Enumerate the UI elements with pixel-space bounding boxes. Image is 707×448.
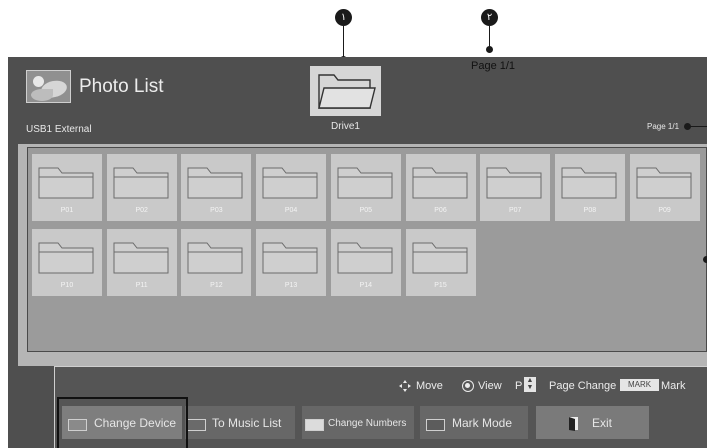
folder-item[interactable]: P14	[330, 229, 401, 296]
folder-icon	[262, 167, 318, 199]
callout-3-line	[690, 126, 707, 127]
page-updown-icon: ▲ ▼	[524, 377, 536, 392]
folder-icon	[412, 242, 467, 274]
view-radio-icon	[462, 380, 474, 392]
folder-item[interactable]: P12	[181, 229, 252, 296]
folder-label: P10	[60, 282, 74, 289]
callout-2-line	[489, 26, 490, 48]
callout-4-dot	[703, 256, 707, 263]
change-numbers-button[interactable]: Change Numbers	[302, 406, 414, 439]
mark-mode-button[interactable]: Mark Mode	[420, 406, 528, 439]
callout-2-dot	[486, 46, 493, 53]
folder-icon	[113, 167, 169, 199]
hint-p-key: P	[515, 380, 523, 392]
folder-item[interactable]: P04	[256, 154, 327, 221]
drive-folder-button[interactable]	[310, 66, 381, 116]
mark-key-badge: MARK	[620, 379, 659, 391]
folder-icon	[337, 242, 393, 274]
folder-label: P01	[60, 207, 74, 214]
folder-icon	[113, 242, 169, 274]
to-music-list-label: To Music List	[212, 416, 282, 430]
folder-item[interactable]: P13	[256, 229, 327, 296]
folder-icon	[412, 167, 467, 199]
folder-label: P09	[658, 207, 671, 214]
callout-1: ١	[335, 9, 352, 26]
folder-label: P03	[210, 207, 223, 214]
exit-button[interactable]: Exit	[536, 406, 649, 439]
folder-item[interactable]: P11	[106, 229, 177, 296]
folder-label: P14	[359, 282, 373, 289]
drive-label: Drive1	[331, 121, 360, 132]
folder-icon	[318, 74, 376, 109]
photo-icon	[26, 70, 71, 103]
folder-item[interactable]: P06	[405, 154, 476, 221]
folder-item[interactable]: P02	[106, 154, 177, 221]
folder-icon	[187, 167, 243, 199]
blue-key-icon	[426, 419, 445, 431]
hint-mark: Mark	[661, 380, 686, 392]
green-key-icon	[187, 419, 206, 431]
page-indicator-right: Page 1/1	[647, 122, 680, 131]
folder-label: P15	[434, 282, 447, 289]
folder-item[interactable]: P07	[480, 154, 551, 221]
exit-door-icon	[569, 417, 578, 431]
folder-item[interactable]: P03	[181, 154, 252, 221]
folder-label: P04	[284, 207, 298, 214]
page-indicator-top: Page 1/1	[471, 60, 516, 72]
folder-item[interactable]: P05	[330, 154, 401, 221]
exit-label: Exit	[592, 416, 613, 430]
folder-label: P02	[135, 207, 148, 214]
folder-icon	[38, 242, 94, 274]
folder-icon	[38, 167, 94, 199]
folder-icon	[337, 167, 393, 199]
move-arrows-icon	[399, 380, 411, 392]
folder-label: P05	[359, 207, 373, 214]
hint-move: Move	[416, 380, 443, 392]
folder-icon	[187, 242, 243, 274]
yellow-key-icon	[305, 419, 324, 431]
mark-mode-label: Mark Mode	[452, 416, 513, 430]
folder-label: P06	[434, 207, 447, 214]
callout-2: ٢	[481, 9, 498, 26]
folder-label: P11	[135, 282, 148, 289]
selection-highlight	[57, 397, 188, 448]
folder-item[interactable]: P15	[405, 229, 476, 296]
hint-page-change: Page Change	[549, 380, 617, 392]
folder-label: P07	[508, 207, 522, 214]
folder-item[interactable]: P01	[32, 154, 102, 221]
change-numbers-label: Change Numbers	[328, 418, 407, 429]
folder-icon	[636, 167, 692, 199]
folder-label: P08	[583, 207, 597, 214]
folder-item[interactable]: P08	[554, 154, 625, 221]
to-music-list-button[interactable]: To Music List	[185, 406, 295, 439]
page-title: Photo List	[79, 76, 164, 97]
folder-icon	[486, 167, 542, 199]
folder-icon	[561, 167, 617, 199]
folder-label: P12	[210, 282, 223, 289]
folder-item[interactable]: P10	[32, 229, 102, 296]
device-label: USB1 External	[26, 124, 92, 135]
hint-view: View	[478, 380, 502, 392]
callout-1-line	[343, 26, 344, 58]
folder-item[interactable]: P09	[629, 154, 700, 221]
folder-icon	[262, 242, 318, 274]
folder-label: P13	[284, 282, 298, 289]
